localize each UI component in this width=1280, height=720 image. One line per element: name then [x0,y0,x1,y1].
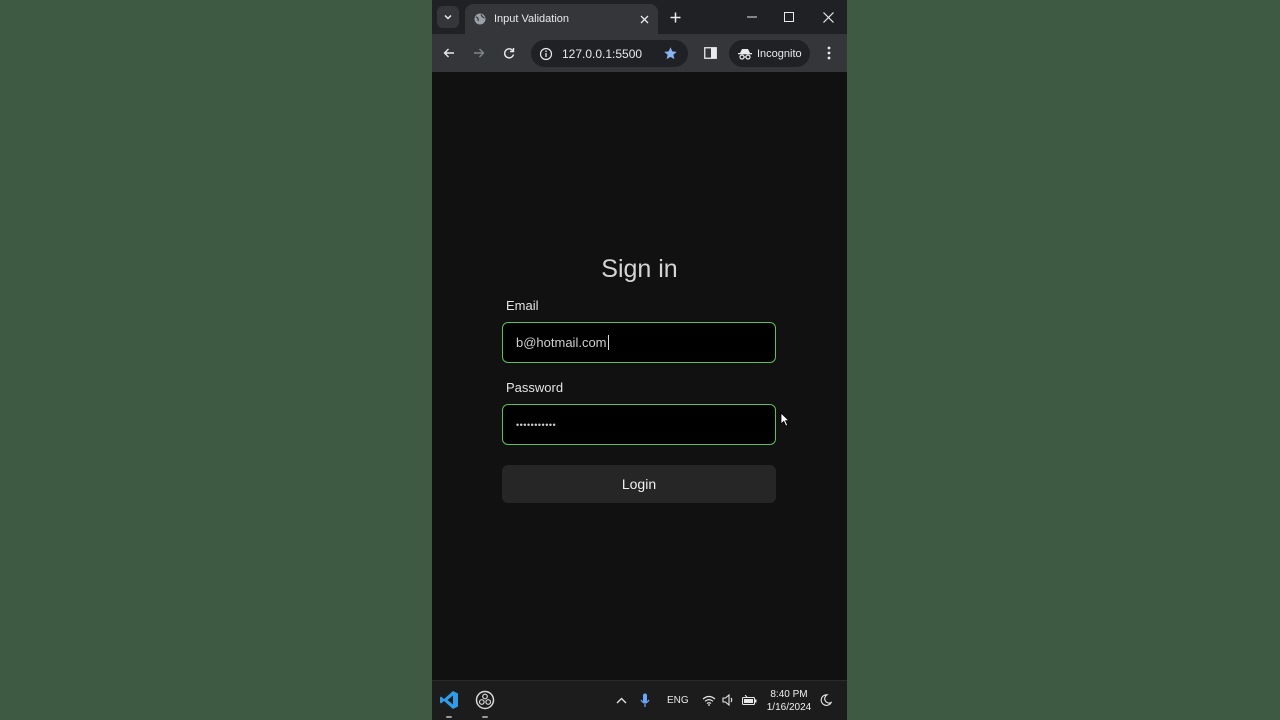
address-bar[interactable]: 127.0.0.1:5500 [531,40,688,67]
tab-search-button[interactable] [437,6,459,28]
tab-input-validation[interactable]: Input Validation [465,4,658,34]
url-text[interactable]: 127.0.0.1:5500 [562,47,663,61]
focus-assist-button[interactable] [819,693,833,707]
kebab-menu-icon [827,46,831,60]
microphone-button[interactable] [639,692,651,708]
speaker-icon [721,694,732,706]
password-field[interactable]: ••••••••••• [502,404,776,445]
maximize-icon [784,12,794,22]
forward-icon [474,48,485,58]
info-icon[interactable] [539,47,553,61]
email-field[interactable]: b@hotmail.com [502,322,776,363]
password-label: Password [506,380,564,395]
globe-icon [474,13,486,25]
reload-button[interactable] [498,42,520,64]
browser-window: Input Validation 127.0.0.1:5500 Incognit… [432,0,847,720]
vscode-taskbar-button[interactable] [438,689,460,711]
language-indicator[interactable]: ENG [667,695,689,706]
close-tab-button[interactable] [634,9,654,29]
clock-date: 1/16/2024 [766,702,812,713]
new-tab-button[interactable] [665,7,685,27]
show-hidden-icons-button[interactable] [615,694,627,706]
tab-strip: Input Validation [432,0,847,34]
page-title: Sign in [601,255,678,283]
close-icon [822,11,834,23]
side-panel-icon [703,47,717,59]
side-panel-button[interactable] [699,42,721,64]
incognito-icon [738,48,752,60]
password-value: ••••••••••• [516,419,557,430]
chevron-up-icon [616,697,626,703]
back-icon [443,48,454,58]
reload-icon [503,48,515,59]
close-icon [640,15,648,23]
browser-toolbar: 127.0.0.1:5500 Incognito [432,34,847,72]
text-caret [607,335,609,350]
battery-icon [741,694,756,705]
incognito-badge[interactable]: Incognito [729,40,810,67]
microphone-icon [640,693,650,707]
obs-icon [475,690,495,710]
clock-time: 8:40 PM [770,689,808,700]
taskbar: ENG 8:40 PM 1/16/2024 [432,680,847,720]
maximize-button[interactable] [777,6,801,28]
vscode-icon [440,691,458,709]
obs-taskbar-button[interactable] [474,689,496,711]
minimize-icon [747,16,757,18]
wifi-status[interactable] [702,693,716,707]
page-content: Sign in Email b@hotmail.com Password •••… [432,72,847,680]
plus-icon [670,12,680,22]
running-indicator [446,716,452,718]
back-button[interactable] [438,42,460,64]
system-clock[interactable]: 8:40 PM 1/16/2024 [762,688,816,714]
email-value: b@hotmail.com [516,335,607,350]
close-window-button[interactable] [816,6,840,28]
chevron-down-icon [444,14,452,20]
tab-title: Input Validation [494,13,570,25]
login-button[interactable]: Login [502,465,776,503]
incognito-label: Incognito [757,47,802,60]
moon-icon [820,694,832,706]
menu-button[interactable] [818,42,840,64]
email-label: Email [506,298,539,313]
star-icon[interactable] [663,46,678,61]
volume-status[interactable] [721,693,735,707]
minimize-button[interactable] [740,6,764,28]
wifi-icon [702,695,716,706]
battery-status[interactable] [741,693,757,707]
mouse-pointer-icon [780,412,790,427]
forward-button[interactable] [468,42,490,64]
running-indicator [482,716,488,718]
